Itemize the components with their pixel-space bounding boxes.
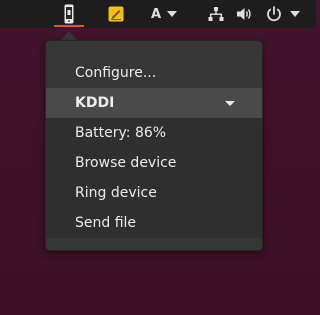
ring-device-menu-item[interactable]: Ring device	[46, 178, 262, 208]
send-file-label: Send file	[75, 215, 137, 231]
ring-device-label: Ring device	[75, 185, 157, 201]
send-file-menu-item[interactable]: Send file	[46, 208, 262, 238]
configure-label: Configure...	[75, 65, 157, 81]
configure-menu-item[interactable]: Configure...	[46, 58, 262, 88]
input-language-indicator[interactable]: A	[144, 0, 184, 28]
chevron-down-icon	[167, 11, 178, 17]
phone-indicator[interactable]	[50, 0, 88, 28]
dropdown-arrow-icon	[225, 101, 235, 106]
popup-pointer	[61, 31, 77, 40]
device-name: KDDI	[75, 95, 115, 111]
power-indicator[interactable]	[262, 0, 304, 28]
chevron-down-icon	[290, 11, 300, 17]
notes-indicator[interactable]	[104, 0, 128, 28]
sticky-notes-icon	[108, 6, 124, 22]
power-icon	[267, 6, 281, 22]
speaker-volume-icon	[237, 8, 251, 20]
battery-status: Battery: 86%	[46, 118, 262, 148]
device-popup-menu: Configure... KDDI Battery: 86% Browse de…	[45, 40, 263, 251]
network-indicator[interactable]	[205, 0, 227, 28]
network-wired-icon	[208, 6, 224, 21]
browse-device-label: Browse device	[75, 155, 177, 171]
smartphone-icon	[64, 4, 74, 24]
volume-indicator[interactable]	[234, 0, 256, 28]
device-submenu-header[interactable]: KDDI	[46, 88, 262, 118]
browse-device-menu-item[interactable]: Browse device	[46, 148, 262, 178]
battery-text: Battery: 86%	[75, 125, 167, 141]
top-panel: A	[0, 0, 316, 28]
active-indicator-underline	[54, 25, 84, 27]
language-label: A	[150, 6, 162, 22]
